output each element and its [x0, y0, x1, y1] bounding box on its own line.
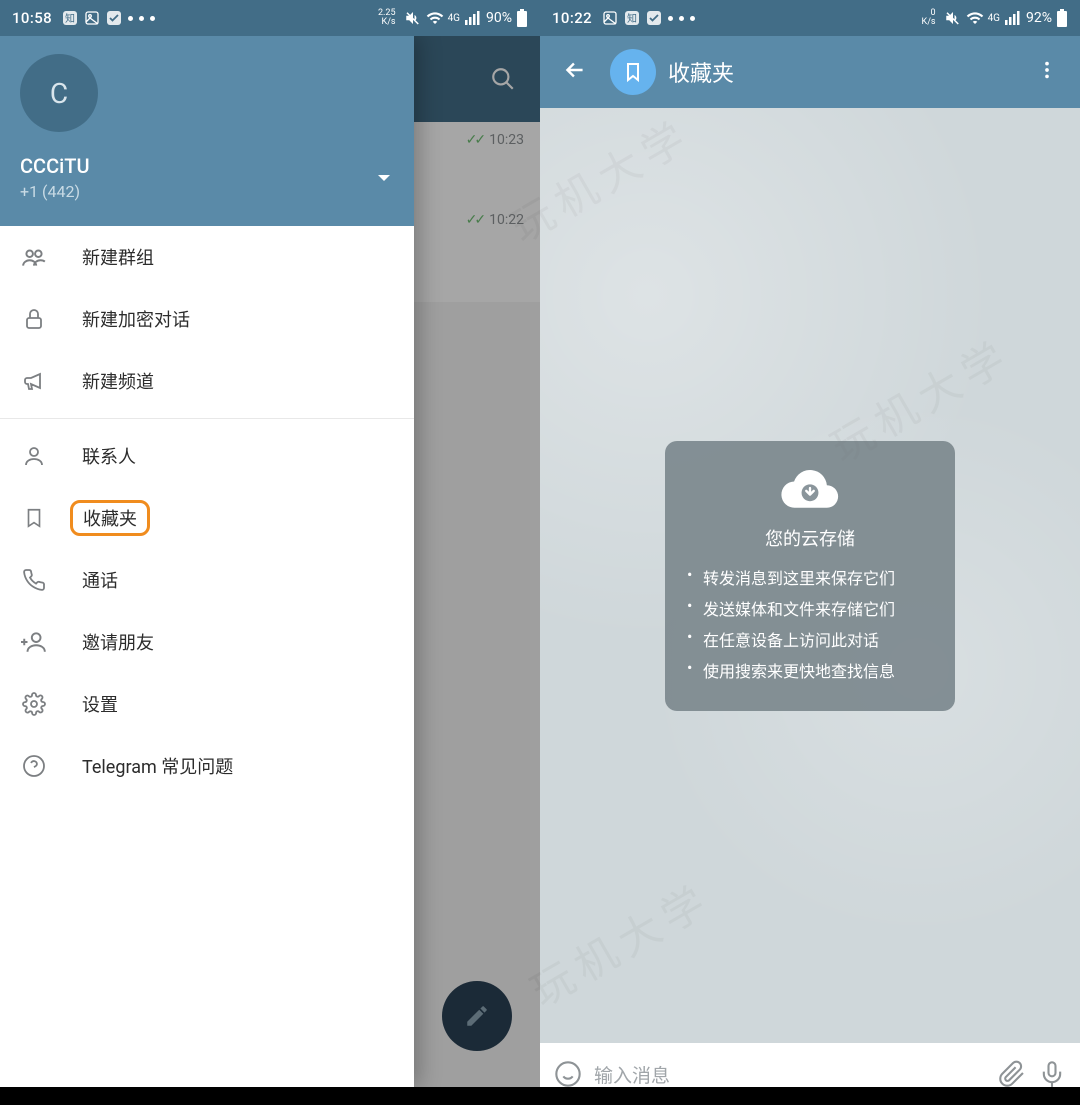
card-bullet: 使用搜索来更快地查找信息 — [687, 658, 933, 682]
menu-label-highlighted: 收藏夹 — [70, 500, 150, 536]
drawer-username: CCCiTU — [20, 154, 394, 178]
phone-left: 10:58 知 2.25K/s 4G 90% ✓✓ 10:23 ✓✓ — [0, 0, 540, 1105]
checkbox-icon — [106, 10, 122, 26]
status-net: 4G — [988, 13, 1000, 24]
zhihu-icon: 知 — [62, 10, 78, 26]
back-button[interactable] — [552, 47, 598, 97]
image-icon — [84, 10, 100, 26]
microphone-icon[interactable] — [1038, 1060, 1066, 1088]
menu-label: 邀请朋友 — [82, 629, 154, 655]
cloud-download-icon — [780, 465, 840, 513]
status-bar: 10:22 知 0K/s 4G 92% — [540, 0, 1080, 36]
bookmark-icon — [20, 506, 48, 530]
cloud-storage-card: 您的云存储 转发消息到这里来保存它们 发送媒体和文件来存储它们 在任意设备上访问… — [665, 441, 955, 711]
card-bullet: 转发消息到这里来保存它们 — [687, 565, 933, 589]
signal-icon — [1004, 10, 1020, 26]
phone-right: 10:22 知 0K/s 4G 92% 收藏夹 玩机大学 玩 — [540, 0, 1080, 1105]
signal-icon — [464, 10, 480, 26]
drawer-header[interactable]: C CCCiTU +1 (442) — [0, 36, 414, 226]
menu-contacts[interactable]: 联系人 — [0, 425, 414, 487]
phone-icon — [20, 568, 48, 592]
app-header: 收藏夹 — [540, 36, 1080, 108]
status-bar: 10:58 知 2.25K/s 4G 90% — [0, 0, 540, 36]
status-battery-text: 92% — [1024, 10, 1052, 26]
image-icon — [602, 10, 618, 26]
wifi-icon — [426, 9, 444, 27]
message-input[interactable]: 输入消息 — [594, 1061, 986, 1088]
checkbox-icon — [646, 10, 662, 26]
card-bullet: 在任意设备上访问此对话 — [687, 627, 933, 651]
menu-label: 通话 — [82, 567, 118, 593]
menu-new-secret-chat[interactable]: 新建加密对话 — [0, 288, 414, 350]
svg-text:知: 知 — [65, 12, 75, 25]
card-bullet-list: 转发消息到这里来保存它们 发送媒体和文件来存储它们 在任意设备上访问此对话 使用… — [687, 565, 933, 682]
add-person-icon — [20, 629, 48, 655]
emoji-icon[interactable] — [554, 1060, 582, 1088]
menu-invite[interactable]: 邀请朋友 — [0, 611, 414, 673]
drawer-menu: 新建群组 新建加密对话 新建频道 联系人 收藏夹 通话 — [0, 226, 414, 1087]
status-time: 10:22 — [552, 9, 592, 27]
avatar: C — [20, 54, 98, 132]
zhihu-icon: 知 — [624, 10, 640, 26]
battery-icon — [1056, 9, 1068, 27]
group-icon — [20, 244, 48, 270]
watermark: 玩机大学 — [518, 866, 722, 1019]
more-vertical-icon — [1036, 59, 1058, 81]
card-title: 您的云存储 — [687, 525, 933, 551]
menu-calls[interactable]: 通话 — [0, 549, 414, 611]
person-icon — [20, 444, 48, 468]
drawer-phone: +1 (442) — [20, 182, 394, 201]
chevron-down-icon[interactable] — [376, 170, 392, 190]
arrow-left-icon — [562, 57, 588, 83]
divider — [0, 418, 414, 419]
status-kbs: 0K/s — [922, 9, 936, 27]
battery-icon — [516, 9, 528, 27]
mute-icon — [404, 9, 422, 27]
menu-label: 联系人 — [82, 443, 136, 469]
menu-settings[interactable]: 设置 — [0, 673, 414, 735]
help-icon — [20, 754, 48, 778]
menu-faq[interactable]: Telegram 常见问题 — [0, 735, 414, 797]
status-kbs: 2.25K/s — [378, 9, 396, 27]
menu-label: 新建频道 — [82, 368, 154, 394]
wifi-icon — [966, 9, 984, 27]
menu-label: Telegram 常见问题 — [82, 753, 233, 779]
chat-background: 玩机大学 玩机大学 玩机大学 您的云存储 转发消息到这里来保存它们 发送媒体和文… — [540, 108, 1080, 1043]
status-net: 4G — [448, 13, 460, 24]
menu-label: 设置 — [82, 691, 118, 717]
menu-label: 新建加密对话 — [82, 306, 190, 332]
svg-text:知: 知 — [627, 12, 637, 25]
navigation-drawer: C CCCiTU +1 (442) 新建群组 新建加密对话 新建频道 — [0, 36, 414, 1087]
menu-saved-messages[interactable]: 收藏夹 — [0, 487, 414, 549]
megaphone-icon — [20, 369, 48, 393]
status-time: 10:58 — [12, 9, 52, 27]
mute-icon — [944, 9, 962, 27]
status-left-icons: 知 — [62, 10, 155, 26]
status-left-icons: 知 — [602, 10, 695, 26]
gear-icon — [20, 692, 48, 716]
card-bullet: 发送媒体和文件来存储它们 — [687, 596, 933, 620]
menu-label: 新建群组 — [82, 244, 154, 270]
status-battery-text: 90% — [484, 10, 512, 26]
menu-new-group[interactable]: 新建群组 — [0, 226, 414, 288]
system-navbar — [0, 1087, 540, 1105]
header-title: 收藏夹 — [668, 56, 734, 88]
menu-new-channel[interactable]: 新建频道 — [0, 350, 414, 412]
bookmark-icon — [621, 60, 645, 84]
saved-messages-avatar[interactable] — [610, 49, 656, 95]
lock-icon — [20, 307, 48, 331]
system-navbar — [540, 1087, 1080, 1105]
attach-icon[interactable] — [998, 1060, 1026, 1088]
more-button[interactable] — [1026, 49, 1068, 95]
